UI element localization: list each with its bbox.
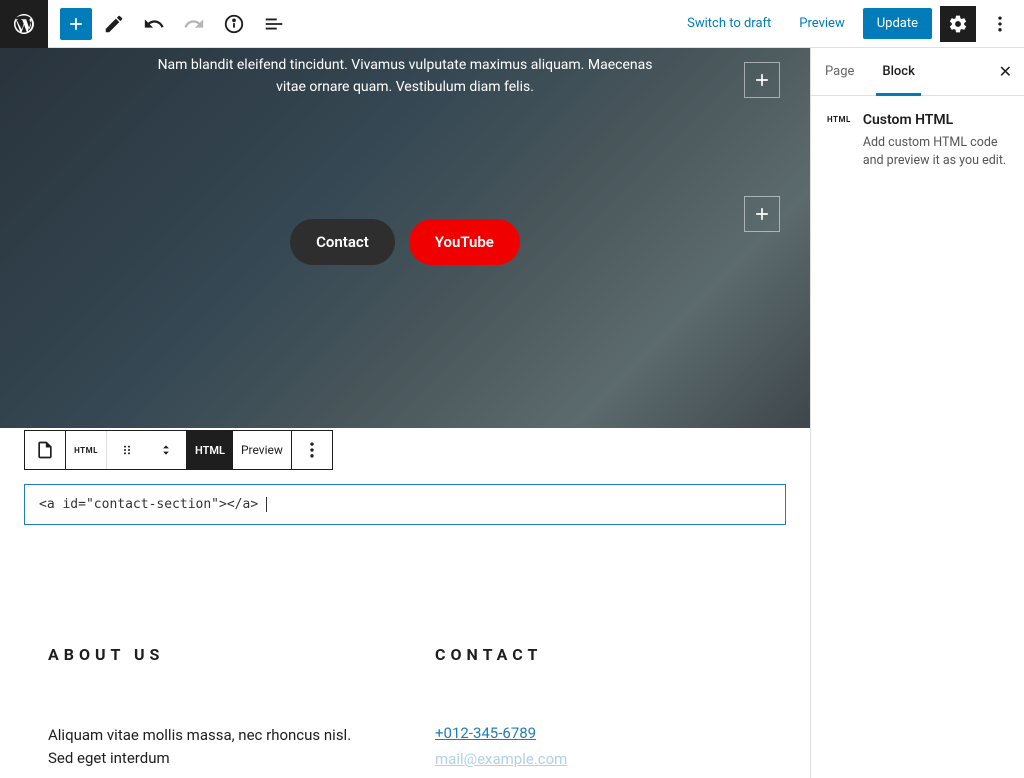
block-description: Add custom HTML code and preview it as y… (863, 134, 1008, 169)
add-block-appender-top[interactable] (744, 62, 780, 98)
parent-block-icon[interactable] (25, 431, 65, 469)
preview-button[interactable]: Preview (789, 10, 854, 37)
contact-heading[interactable]: CONTACT (435, 645, 762, 664)
editor-canvas[interactable]: Nam blandit eleifend tincidunt. Vivamus … (0, 48, 810, 778)
more-options-icon[interactable] (984, 6, 1016, 42)
contact-phone-link[interactable]: +012-345-6789 (435, 724, 762, 742)
lower-content: ABOUT US Aliquam vitae mollis massa, nec… (0, 525, 810, 776)
youtube-button[interactable]: YouTube (409, 219, 520, 265)
block-type-icon[interactable]: HTML (66, 431, 106, 469)
settings-button[interactable] (940, 6, 976, 42)
outline-icon[interactable] (256, 6, 292, 42)
block-title: Custom HTML (863, 112, 1008, 128)
undo-icon[interactable] (136, 6, 172, 42)
redo-icon[interactable] (176, 6, 212, 42)
block-more-icon[interactable] (292, 431, 332, 469)
toolbar-right-group: Switch to draft Preview Update (677, 6, 1024, 42)
contact-button[interactable]: Contact (290, 219, 395, 265)
wordpress-logo[interactable] (0, 0, 48, 48)
sidebar-body: HTML Custom HTML Add custom HTML code an… (811, 96, 1024, 185)
hero-buttons: Contact YouTube (290, 219, 520, 265)
about-heading[interactable]: ABOUT US (48, 645, 375, 664)
sidebar-tabs: Page Block ✕ (811, 48, 1024, 96)
tab-block[interactable]: Block (868, 48, 928, 95)
block-toolbar: HTML HTML Preview (24, 430, 786, 470)
contact-email-link[interactable]: mail@example.com (435, 750, 762, 768)
switch-to-draft-button[interactable]: Switch to draft (677, 10, 781, 37)
about-text[interactable]: Aliquam vitae mollis massa, nec rhoncus … (48, 724, 375, 769)
drag-handle-icon[interactable] (106, 431, 146, 469)
edit-tool-icon[interactable] (96, 6, 132, 42)
add-block-appender-mid[interactable] (744, 196, 780, 232)
top-toolbar: Switch to draft Preview Update (0, 0, 1024, 48)
contact-column: CONTACT +012-345-6789 mail@example.com (435, 645, 762, 776)
close-sidebar-icon[interactable]: ✕ (987, 62, 1024, 81)
hero-section: Nam blandit eleifend tincidunt. Vivamus … (0, 48, 810, 428)
text-cursor (258, 497, 267, 512)
block-icon: HTML (827, 112, 851, 124)
about-column: ABOUT US Aliquam vitae mollis massa, nec… (48, 645, 375, 776)
tab-page[interactable]: Page (811, 48, 868, 95)
update-button[interactable]: Update (863, 8, 932, 39)
info-icon[interactable] (216, 6, 252, 42)
hero-text[interactable]: Nam blandit eleifend tincidunt. Vivamus … (158, 54, 653, 99)
preview-tab[interactable]: Preview (233, 431, 291, 469)
toolbar-left-group (48, 6, 292, 42)
add-block-button[interactable] (60, 8, 92, 40)
settings-sidebar: Page Block ✕ HTML Custom HTML Add custom… (810, 48, 1024, 778)
html-code-input[interactable]: <a id="contact-section"></a> (24, 484, 786, 525)
move-controls[interactable] (146, 431, 186, 469)
html-tab[interactable]: HTML (187, 431, 233, 469)
